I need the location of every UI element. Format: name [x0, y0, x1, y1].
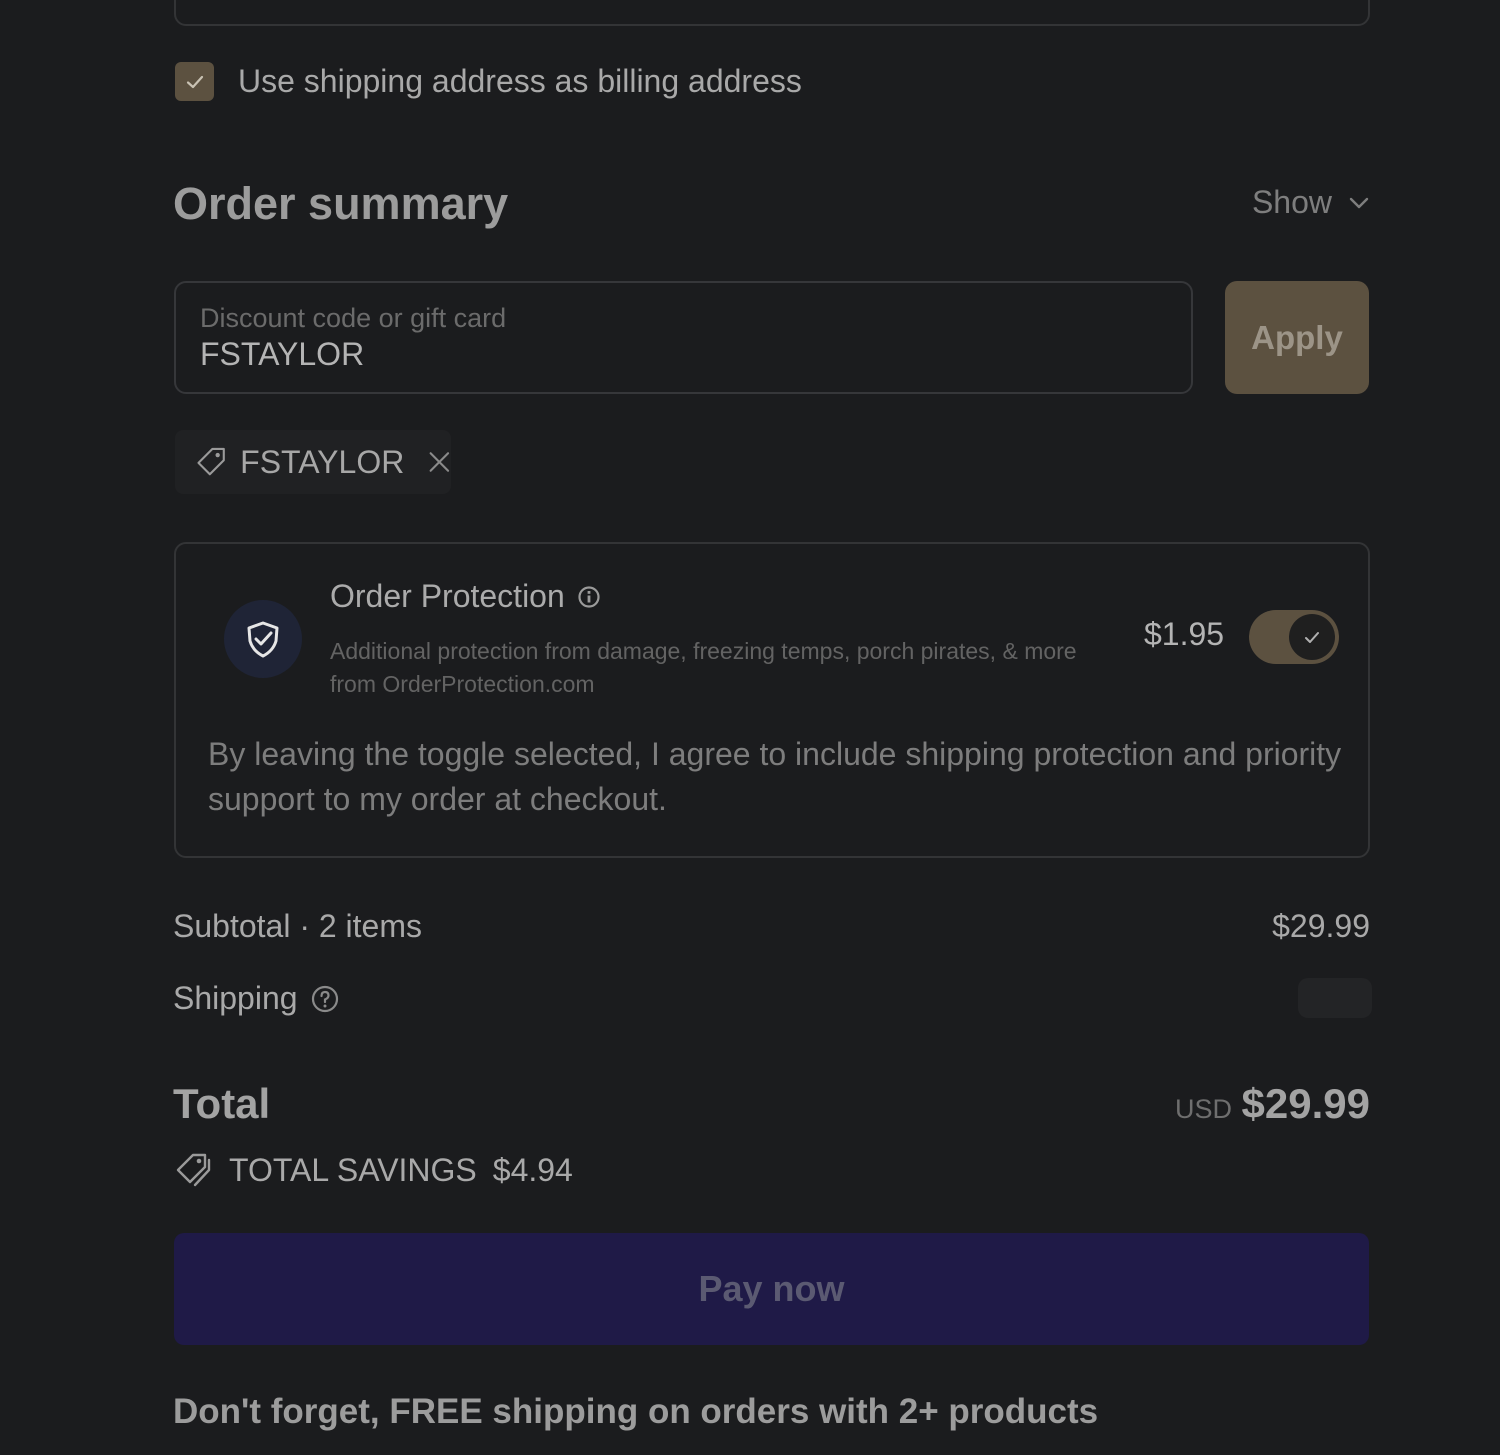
currency-code: USD — [1175, 1094, 1233, 1124]
discount-code-input[interactable] — [200, 336, 1167, 373]
check-icon — [1305, 632, 1319, 643]
free-shipping-promo: Don't forget, FREE shipping on orders wi… — [173, 1392, 1099, 1431]
info-icon[interactable] — [577, 585, 601, 609]
checkout-page: Use shipping address as billing address … — [0, 0, 1500, 1455]
previous-section-card — [174, 0, 1370, 26]
check-icon — [186, 75, 203, 88]
billing-address-option[interactable]: Use shipping address as billing address — [175, 62, 802, 101]
discount-field-label: Discount code or gift card — [200, 303, 507, 333]
subtotal-value: $29.99 — [1272, 908, 1370, 944]
show-summary-label[interactable]: Show — [1252, 184, 1332, 221]
order-protection-card: Order Protection Additional protection f… — [174, 542, 1370, 858]
order-protection-toggle[interactable] — [1249, 610, 1339, 664]
show-summary-toggle[interactable]: Show — [1252, 184, 1370, 221]
tag-icon — [197, 447, 225, 476]
close-icon[interactable] — [428, 449, 451, 475]
shipping-value-placeholder — [1298, 978, 1372, 1018]
shield-check-icon — [247, 621, 279, 658]
chevron-down-icon — [1349, 197, 1369, 208]
help-icon[interactable] — [310, 984, 340, 1014]
shipping-row: Shipping — [173, 980, 340, 1017]
total-savings: TOTAL SAVINGS $4.94 — [173, 1150, 573, 1190]
discount-code-field[interactable]: Discount code or gift card — [174, 281, 1193, 394]
order-protection-price: $1.95 — [1144, 616, 1225, 652]
order-protection-title-text: Order Protection — [330, 578, 565, 614]
order-protection-agreement: By leaving the toggle selected, I agree … — [208, 736, 1342, 817]
order-protection-description: Additional protection from damage, freez… — [330, 638, 1077, 697]
applied-discount-chip: FSTAYLOR — [175, 430, 451, 494]
total-value: $29.99 — [1241, 1080, 1370, 1127]
pay-now-button[interactable]: Pay now — [174, 1233, 1369, 1345]
order-protection-title: Order Protection — [330, 578, 601, 615]
applied-discount-code: FSTAYLOR — [240, 443, 405, 480]
total-label: Total — [173, 1080, 271, 1127]
billing-checkbox-label[interactable]: Use shipping address as billing address — [238, 63, 802, 100]
billing-checkbox[interactable] — [175, 62, 214, 101]
shield-badge — [224, 600, 302, 678]
shipping-label: Shipping — [173, 980, 298, 1016]
order-summary-title: Order summary — [173, 178, 509, 229]
toggle-knob — [1289, 614, 1335, 660]
subtotal-label: Subtotal · 2 items — [173, 908, 422, 944]
total-savings-value: $4.94 — [492, 1151, 573, 1188]
apply-discount-button[interactable]: Apply — [1225, 281, 1369, 394]
tags-icon — [176, 1153, 211, 1187]
total-savings-label: TOTAL SAVINGS — [229, 1151, 477, 1188]
